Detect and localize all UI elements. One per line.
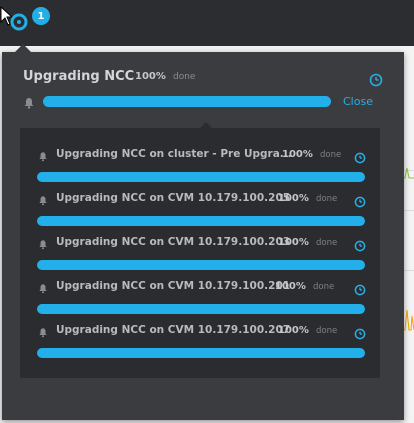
subtask-status: done [316, 194, 338, 204]
subtask-progress-bar [37, 172, 365, 182]
task-title: Upgrading NCC [23, 69, 135, 84]
clock-icon[interactable] [354, 152, 366, 164]
subtask-status: done [316, 326, 338, 336]
clock-icon[interactable] [354, 196, 366, 208]
subtask-name: Upgrading NCC on CVM 10.179.100.205 [56, 192, 291, 204]
bell-icon [39, 196, 47, 206]
bell-icon [39, 152, 47, 162]
close-button[interactable]: Close [343, 95, 373, 108]
bell-icon [39, 328, 47, 338]
subtask-item: Upgrading NCC on cluster - Pre Upgra... … [20, 148, 380, 192]
subtask-item: Upgrading NCC on CVM 10.179.100.205 100%… [20, 192, 380, 236]
panel-caret [15, 44, 31, 52]
subtask-progress-bar [37, 348, 365, 358]
subtask-list-caret [200, 122, 212, 128]
bell-icon [24, 98, 34, 109]
task-percent: 100% [135, 71, 166, 82]
subtask-progress-bar [37, 260, 365, 270]
subtask-item: Upgrading NCC on CVM 10.179.100.203 100%… [20, 236, 380, 280]
subtask-name: Upgrading NCC on cluster - Pre Upgra... [56, 148, 292, 160]
clock-icon[interactable] [369, 73, 383, 87]
subtask-list: Upgrading NCC on cluster - Pre Upgra... … [20, 122, 380, 378]
subtask-percent: 100% [275, 281, 306, 292]
subtask-status: done [316, 238, 338, 248]
subtask-progress-bar [37, 304, 365, 314]
subtask-percent: 100% [278, 237, 309, 248]
subtask-percent: 100% [278, 193, 309, 204]
bell-icon [39, 284, 47, 294]
subtask-status: done [320, 150, 342, 160]
subtask-percent: 100% [282, 149, 313, 160]
task-status-icon[interactable] [10, 13, 28, 31]
clock-icon[interactable] [354, 240, 366, 252]
subtask-progress-bar [37, 216, 365, 226]
task-progress-panel: Upgrading NCC 100% done Close Upgrading … [2, 44, 404, 420]
top-navigation-bar [0, 0, 414, 46]
bell-icon [39, 240, 47, 250]
clock-icon[interactable] [354, 284, 366, 296]
subtask-status: done [313, 282, 335, 292]
subtask-name: Upgrading NCC on CVM 10.179.100.203 [56, 236, 291, 248]
subtask-item: Upgrading NCC on CVM 10.179.100.201 100%… [20, 280, 380, 324]
subtask-percent: 100% [278, 325, 309, 336]
task-progress-bar [43, 96, 331, 107]
task-status: done [173, 72, 196, 82]
clock-icon[interactable] [354, 328, 366, 340]
notification-count-badge: 1 [32, 7, 50, 25]
subtask-name: Upgrading NCC on CVM 10.179.100.207 [56, 324, 291, 336]
subtask-item: Upgrading NCC on CVM 10.179.100.207 100%… [20, 324, 380, 368]
subtask-name: Upgrading NCC on CVM 10.179.100.201 [56, 280, 291, 292]
